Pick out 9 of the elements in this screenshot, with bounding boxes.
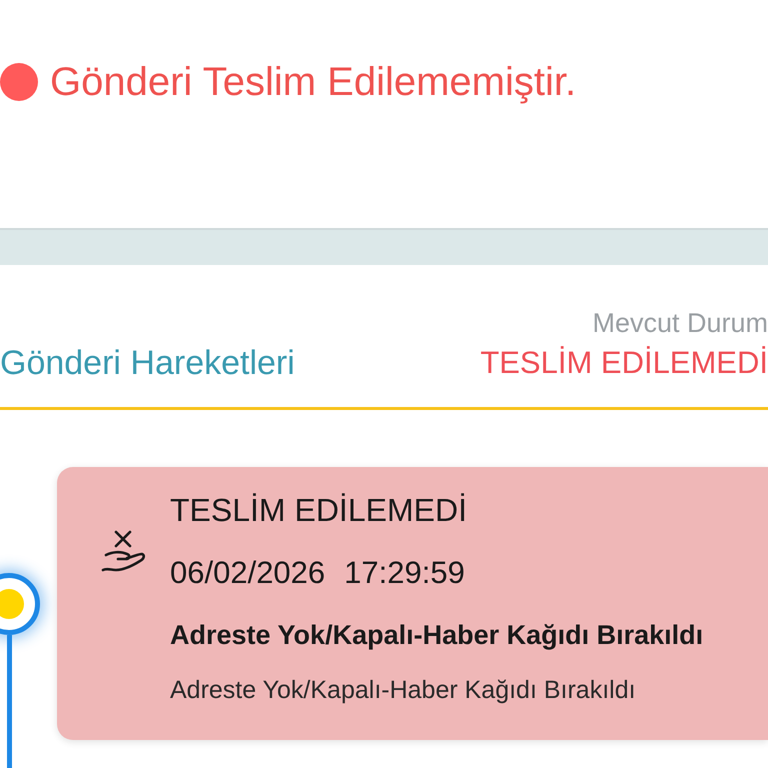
event-description: Adreste Yok/Kapalı-Haber Kağıdı Bırakıldı bbox=[170, 619, 704, 652]
current-status-label: Mevcut Durum bbox=[592, 308, 768, 338]
status-heading: Gönderi Teslim Edilememiştir. bbox=[50, 59, 576, 105]
current-status: TESLİM EDİLEMEDİ bbox=[480, 344, 768, 382]
section-title: Gönderi Hareketleri bbox=[0, 343, 295, 383]
event-detail: Adreste Yok/Kapalı-Haber Kağıdı Bırakıldı bbox=[170, 675, 637, 705]
event-date: 06/02/2026 bbox=[170, 554, 326, 592]
event-status: TESLİM EDİLEMEDİ bbox=[170, 491, 468, 530]
event-time: 17:29:59 bbox=[344, 554, 465, 592]
